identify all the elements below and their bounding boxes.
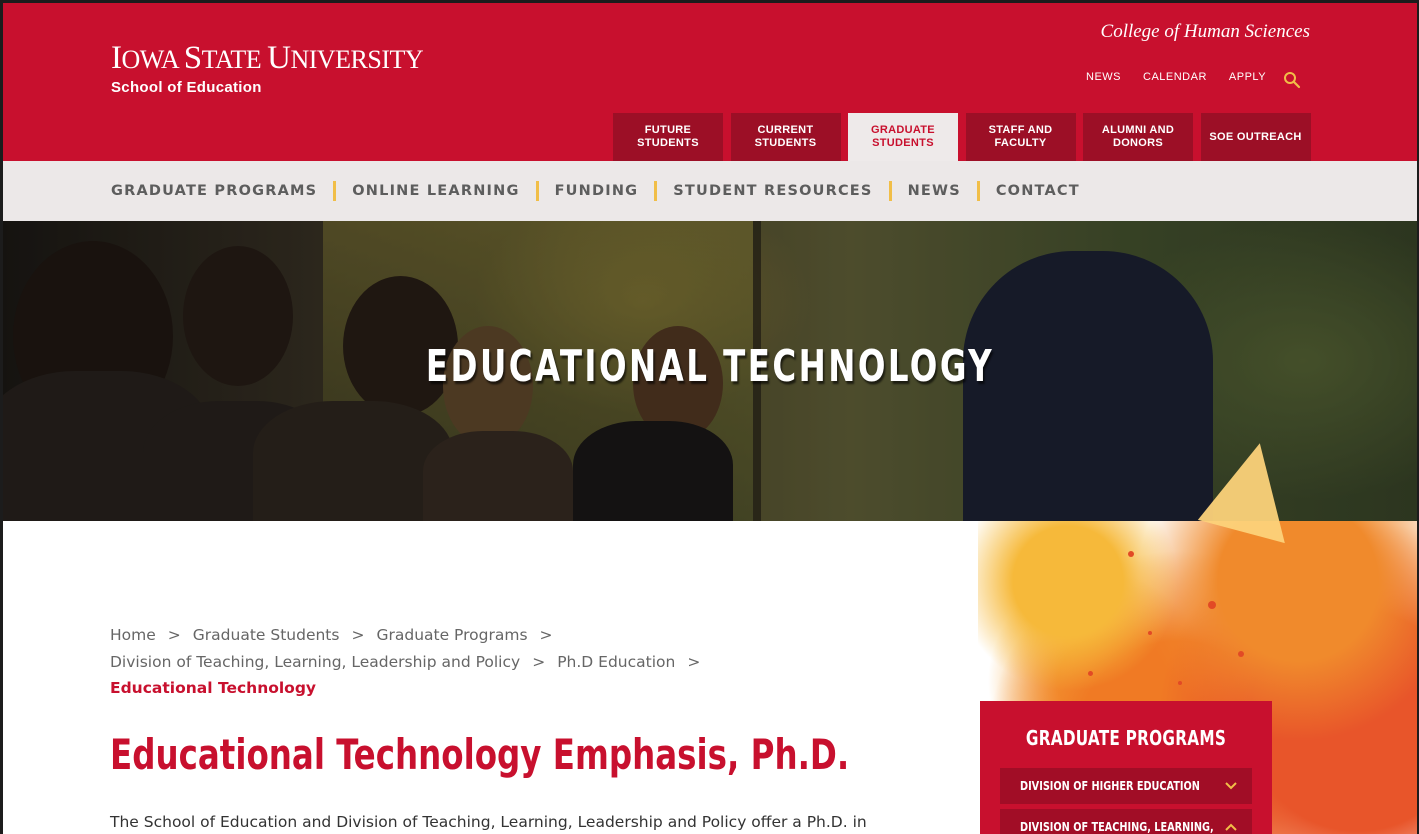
sidebar-title: GRADUATE PROGRAMS: [1025, 726, 1227, 750]
utility-link-news[interactable]: NEWS: [1086, 71, 1121, 83]
nav-divider: [888, 181, 892, 201]
audience-tab-soe-outreach[interactable]: SOE Outreach: [1200, 113, 1311, 161]
university-logo[interactable]: IOWA STATE UNIVERSITY School of Educatio…: [111, 40, 424, 96]
breadcrumb-phd-education[interactable]: Ph.D Education: [557, 653, 675, 671]
section-nav-news[interactable]: News: [908, 183, 961, 199]
breadcrumb-graduate-students[interactable]: Graduate Students: [193, 626, 340, 644]
search-icon[interactable]: [1283, 71, 1301, 89]
page-title: Educational Technology Emphasis, Ph.D.: [110, 730, 850, 779]
graduate-programs-sidebar: GRADUATE PROGRAMS Division of Higher Edu…: [980, 701, 1272, 834]
breadcrumb-current: Educational Technology: [110, 679, 317, 697]
breadcrumb: Home > Graduate Students > Graduate Programs…: [110, 622, 910, 702]
university-wordmark: IOWA STATE UNIVERSITY: [111, 40, 424, 76]
section-nav-student-resources[interactable]: Student Resources: [673, 183, 872, 199]
audience-tab-future-students[interactable]: Future Students: [613, 113, 723, 161]
sidebar-item-higher-education[interactable]: Division of Higher Education: [1000, 768, 1252, 804]
section-nav-graduate-programs[interactable]: Graduate Programs: [111, 183, 317, 199]
nav-divider: [654, 181, 658, 201]
sidebar-item-label: Division of Higher Education: [1020, 779, 1200, 793]
breadcrumb-home[interactable]: Home: [110, 626, 156, 644]
utility-link-apply[interactable]: APPLY: [1229, 71, 1266, 83]
section-nav: Graduate Programs Online Learning Fundin…: [3, 161, 1417, 221]
audience-tab-current-students[interactable]: Current Students: [730, 113, 841, 161]
sidebar-item-label: Division of Teaching, Learning,: [1020, 820, 1214, 834]
breadcrumb-separator: >: [351, 626, 365, 644]
breadcrumb-separator: >: [687, 652, 701, 671]
audience-nav: Future Students Current Students Graduat…: [613, 113, 1311, 161]
breadcrumb-graduate-programs[interactable]: Graduate Programs: [376, 626, 527, 644]
hero-title: EDUCATIONAL TECHNOLOGY: [425, 341, 995, 392]
nav-divider: [976, 181, 980, 201]
intro-paragraph: The School of Education and Division of …: [110, 813, 867, 831]
college-link[interactable]: College of Human Sciences: [1101, 21, 1310, 43]
site-header: IOWA STATE UNIVERSITY School of Educatio…: [3, 3, 1417, 161]
breadcrumb-separator: >: [539, 626, 553, 644]
audience-tab-alumni-donors[interactable]: Alumni and Donors: [1083, 113, 1193, 161]
splash-dot: [1208, 601, 1216, 609]
school-name[interactable]: School of Education: [111, 79, 423, 96]
breadcrumb-division-tllp[interactable]: Division of Teaching, Learning, Leadersh…: [110, 653, 520, 671]
audience-tab-staff-faculty[interactable]: Staff and Faculty: [965, 113, 1076, 161]
chevron-down-icon[interactable]: [1224, 779, 1238, 793]
audience-tab-graduate-students[interactable]: Graduate Students: [848, 113, 958, 161]
utility-link-calendar[interactable]: CALENDAR: [1143, 71, 1207, 83]
hero-banner: EDUCATIONAL TECHNOLOGY: [3, 221, 1417, 521]
splash-dot: [1128, 551, 1134, 557]
splash-dot: [1088, 671, 1093, 676]
nav-divider: [535, 181, 539, 201]
splash-dot: [1148, 631, 1152, 635]
section-nav-funding[interactable]: Funding: [555, 183, 639, 199]
chevron-up-icon[interactable]: [1224, 820, 1238, 834]
section-nav-online-learning[interactable]: Online Learning: [352, 183, 519, 199]
breadcrumb-separator: >: [167, 626, 181, 644]
splash-dot: [1178, 681, 1182, 685]
utility-nav: NEWS CALENDAR APPLY: [1086, 71, 1288, 83]
sidebar-item-teaching-learning[interactable]: Division of Teaching, Learning,: [1000, 809, 1252, 834]
breadcrumb-separator: >: [532, 652, 546, 671]
page: IOWA STATE UNIVERSITY School of Educatio…: [3, 3, 1417, 834]
section-nav-contact[interactable]: Contact: [996, 183, 1080, 199]
splash-dot: [1238, 651, 1244, 657]
nav-divider: [333, 181, 337, 201]
